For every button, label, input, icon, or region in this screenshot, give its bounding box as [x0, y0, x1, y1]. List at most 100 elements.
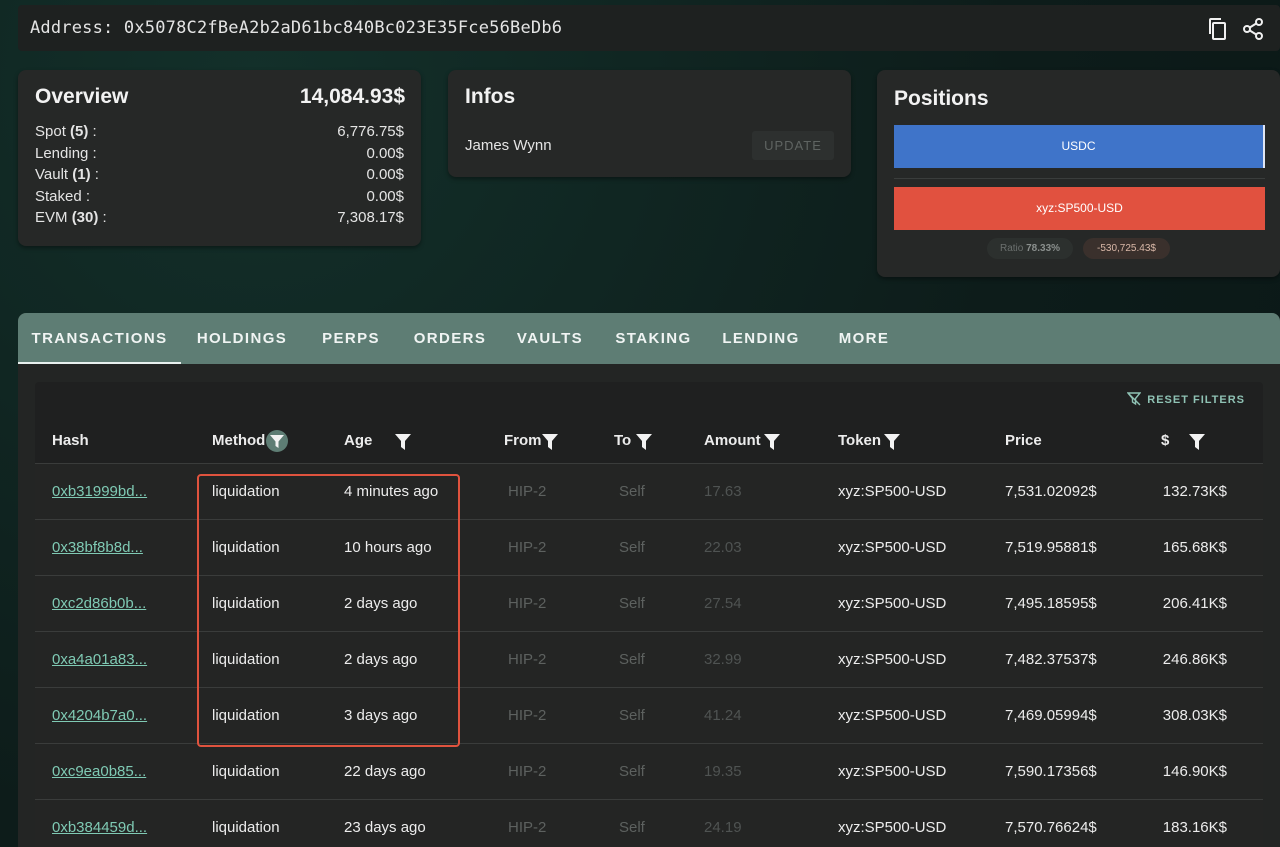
overview-row-spot: Spot (5) : 6,776.75$: [35, 123, 404, 143]
price-cell: 7,482.37537$: [1005, 651, 1097, 668]
filter-off-icon: [1127, 392, 1142, 406]
token-cell: xyz:SP500-USD: [838, 651, 947, 668]
to-cell: Self: [619, 539, 645, 556]
method-cell: liquidation: [212, 819, 280, 836]
usd-cell: 165.68K$: [1162, 539, 1227, 556]
share-icon[interactable]: [1241, 17, 1265, 41]
reset-filters-button[interactable]: RESET FILTERS: [1127, 392, 1245, 406]
overview-row-label: Staked :: [35, 188, 91, 205]
to-filter-icon[interactable]: [636, 434, 652, 450]
to-cell: Self: [619, 595, 645, 612]
hash-link[interactable]: 0xc9ea0b85...: [52, 763, 146, 780]
position-bar-sp500[interactable]: xyz:SP500-USD: [894, 187, 1265, 230]
overview-row-staked: Staked : 0.00$: [35, 188, 404, 208]
table-row[interactable]: 0xb384459d... liquidation 23 days ago HI…: [35, 799, 1263, 847]
amount-cell: 41.24: [704, 707, 742, 724]
token-filter-icon[interactable]: [884, 434, 900, 450]
to-cell: Self: [619, 819, 645, 836]
amount-filter-icon[interactable]: [764, 434, 780, 450]
price-cell: 7,469.05994$: [1005, 707, 1097, 724]
amount-cell: 32.99: [704, 651, 742, 668]
from-cell: HIP-2: [508, 595, 547, 612]
token-cell: xyz:SP500-USD: [838, 819, 947, 836]
price-cell: 7,495.18595$: [1005, 595, 1097, 612]
overview-row-label: EVM (30) :: [35, 209, 107, 226]
highlight-annotation-box: [197, 474, 460, 747]
usd-cell: 308.03K$: [1162, 707, 1227, 724]
from-cell: HIP-2: [508, 539, 547, 556]
usd-cell: 246.86K$: [1162, 651, 1227, 668]
hash-link[interactable]: 0xc2d86b0b...: [52, 595, 146, 612]
amount-cell: 24.19: [704, 819, 742, 836]
amount-cell: 17.63: [704, 483, 742, 500]
age-cell: 22 days ago: [344, 763, 426, 780]
token-cell: xyz:SP500-USD: [838, 595, 947, 612]
tab-bar: TRANSACTIONS HOLDINGS PERPS ORDERS VAULT…: [18, 313, 1280, 364]
tab-transactions[interactable]: TRANSACTIONS: [18, 313, 181, 364]
tab-more[interactable]: MORE: [830, 313, 898, 364]
header-amount[interactable]: Amount: [704, 432, 780, 452]
overview-row-label: Vault (1) :: [35, 166, 99, 183]
to-cell: Self: [619, 763, 645, 780]
positions-title: Positions: [894, 87, 989, 110]
price-cell: 7,570.76624$: [1005, 819, 1097, 836]
method-filter-icon[interactable]: [266, 430, 288, 452]
header-usd[interactable]: $: [1161, 432, 1205, 452]
amount-cell: 27.54: [704, 595, 742, 612]
tab-staking[interactable]: STAKING: [607, 313, 700, 364]
hash-link[interactable]: 0xb384459d...: [52, 819, 147, 836]
positions-card: Positions USDC xyz:SP500-USD Ratio 78.33…: [877, 70, 1280, 277]
copy-icon[interactable]: [1206, 17, 1230, 41]
from-cell: HIP-2: [508, 707, 547, 724]
hash-link[interactable]: 0xb31999bd...: [52, 483, 147, 500]
hash-link[interactable]: 0x38bf8b8d...: [52, 539, 143, 556]
overview-row-value: 6,776.75$: [337, 123, 404, 140]
header-price[interactable]: Price: [1005, 432, 1042, 452]
positions-divider: [894, 178, 1265, 179]
infos-card: Infos James Wynn UPDATE: [448, 70, 851, 177]
header-to[interactable]: To: [614, 432, 652, 452]
tab-holdings[interactable]: HOLDINGS: [187, 313, 297, 364]
hash-link[interactable]: 0xa4a01a83...: [52, 651, 147, 668]
usd-cell: 146.90K$: [1162, 763, 1227, 780]
tab-vaults[interactable]: VAULTS: [508, 313, 592, 364]
to-cell: Self: [619, 483, 645, 500]
overview-row-value: 0.00$: [366, 166, 404, 183]
token-cell: xyz:SP500-USD: [838, 539, 947, 556]
age-filter-icon[interactable]: [395, 434, 411, 450]
from-cell: HIP-2: [508, 819, 547, 836]
token-cell: xyz:SP500-USD: [838, 763, 947, 780]
address-bar: Address: 0x5078C2fBeA2b2aD61bc840Bc023E3…: [18, 5, 1280, 51]
to-cell: Self: [619, 707, 645, 724]
address-label: Address:: [30, 18, 114, 38]
amount-cell: 19.35: [704, 763, 742, 780]
address-value: 0x5078C2fBeA2b2aD61bc840Bc023E35Fce56BeD…: [123, 18, 563, 38]
overview-row-label: Lending :: [35, 145, 97, 162]
position-bar-usdc[interactable]: USDC: [894, 125, 1265, 168]
address-text: Address: 0x5078C2fBeA2b2aD61bc840Bc023E3…: [30, 18, 562, 38]
overview-title: Overview: [35, 85, 129, 108]
price-cell: 7,590.17356$: [1005, 763, 1097, 780]
overview-row-value: 7,308.17$: [337, 209, 404, 226]
from-filter-icon[interactable]: [542, 434, 558, 450]
tab-orders[interactable]: ORDERS: [406, 313, 494, 364]
from-cell: HIP-2: [508, 651, 547, 668]
header-method[interactable]: Method: [212, 430, 288, 452]
usd-filter-icon[interactable]: [1189, 434, 1205, 450]
overview-row-vault: Vault (1) : 0.00$: [35, 166, 404, 186]
header-token[interactable]: Token: [838, 432, 900, 452]
update-button[interactable]: UPDATE: [752, 131, 834, 160]
tab-lending[interactable]: LENDING: [715, 313, 807, 364]
overview-row-label: Spot (5) :: [35, 123, 97, 140]
from-cell: HIP-2: [508, 483, 547, 500]
tab-perps[interactable]: PERPS: [311, 313, 391, 364]
header-from[interactable]: From: [504, 432, 558, 452]
overview-row-evm: EVM (30) : 7,308.17$: [35, 209, 404, 229]
header-hash[interactable]: Hash: [52, 432, 89, 452]
header-age[interactable]: Age: [344, 432, 411, 452]
net-chip: -530,725.43$: [1083, 238, 1170, 259]
age-cell: 23 days ago: [344, 819, 426, 836]
table-row[interactable]: 0xc9ea0b85... liquidation 22 days ago HI…: [35, 743, 1263, 799]
hash-link[interactable]: 0x4204b7a0...: [52, 707, 147, 724]
overview-row-value: 0.00$: [366, 188, 404, 205]
